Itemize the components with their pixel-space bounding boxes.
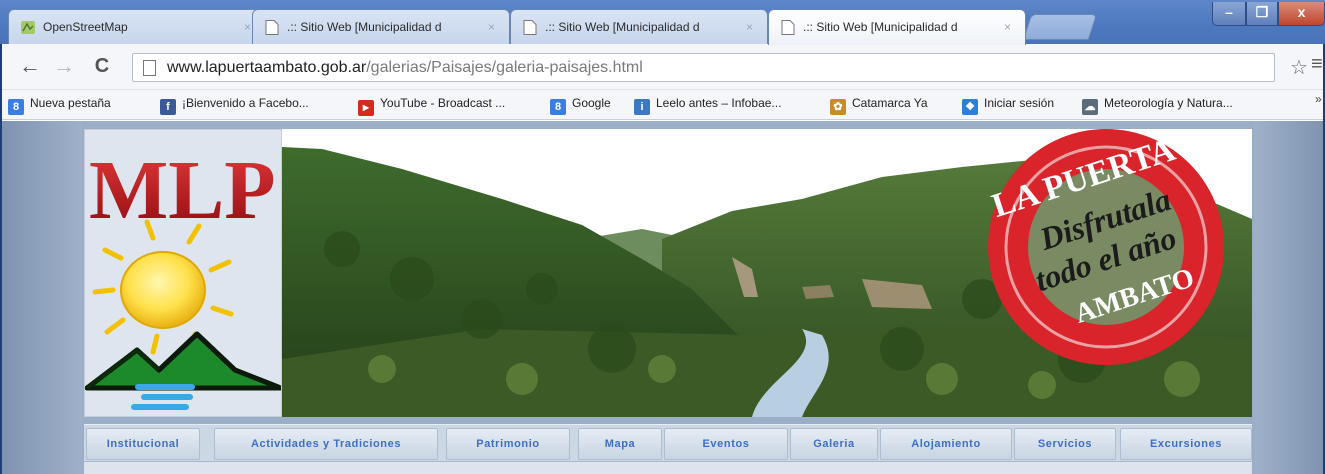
tab-close-icon[interactable]: × <box>1004 20 1011 34</box>
bookmark-google[interactable]: 8 Google <box>550 96 611 115</box>
page-viewport: MLP LA PUERTA Disfrutala todo el año AMB… <box>2 121 1323 474</box>
tab-close-icon[interactable]: × <box>746 20 753 34</box>
tab-openstreetmap[interactable]: OpenStreetMap × <box>8 9 266 46</box>
address-bar[interactable]: www.lapuertaambato.gob.ar/galerias/Paisa… <box>132 53 1275 82</box>
bookmarks-overflow-button[interactable]: » <box>1315 92 1322 106</box>
page-background-left <box>2 121 82 474</box>
la-puerta-stamp: LA PUERTA Disfrutala todo el año AMBATO <box>988 129 1224 365</box>
reload-button[interactable]: C <box>88 53 116 81</box>
site-header: MLP LA PUERTA Disfrutala todo el año AMB… <box>82 121 1255 474</box>
bookmark-iniciar-sesion[interactable]: ❖ Iniciar sesión <box>962 96 1054 115</box>
nav-item-excursiones[interactable]: Excursiones <box>1120 428 1252 460</box>
tab-strip: OpenStreetMap × .:: Sitio Web [Municipal… <box>0 0 1325 46</box>
tab-close-icon[interactable]: × <box>488 20 495 34</box>
nav-item-patrimonio[interactable]: Patrimonio <box>446 428 570 460</box>
bookmark-nueva-pestana[interactable]: 8 Nueva pestaña <box>8 96 111 115</box>
google-icon: 8 <box>550 99 566 115</box>
page-icon <box>143 60 156 76</box>
bookmark-label: Meteorología y Natura... <box>1104 96 1233 110</box>
infobae-icon: i <box>634 99 650 115</box>
bookmark-catamarca-ya[interactable]: ✿ Catamarca Ya <box>830 96 928 115</box>
tab-title: .:: Sitio Web [Municipalidad d <box>545 20 700 34</box>
minimize-button[interactable]: – <box>1212 2 1246 26</box>
logo-text: MLP <box>89 144 276 237</box>
url-host: www.lapuertaambato.gob.ar <box>167 59 367 76</box>
mlp-logo-graphic: MLP <box>85 144 281 410</box>
bookmark-label: ¡Bienvenido a Facebo... <box>182 96 309 110</box>
tab-title: .:: Sitio Web [Municipalidad d <box>287 20 442 34</box>
bookmark-youtube[interactable]: ▶ YouTube - Broadcast ... <box>358 96 505 116</box>
forward-button[interactable]: → <box>50 53 78 81</box>
url-text[interactable]: www.lapuertaambato.gob.ar/galerias/Paisa… <box>167 59 643 77</box>
menu-icon[interactable]: ≡ <box>1311 53 1323 76</box>
page-background-right <box>1255 121 1323 474</box>
tab-close-icon[interactable]: × <box>244 20 251 34</box>
google-icon: 8 <box>8 99 24 115</box>
browser-toolbar: ← → C www.lapuertaambato.gob.ar/galerias… <box>2 44 1323 90</box>
back-button[interactable]: ← <box>16 53 44 81</box>
bookmark-label: Iniciar sesión <box>984 96 1055 110</box>
catamarca-icon: ✿ <box>830 99 846 115</box>
tab-municipalidad-2[interactable]: .:: Sitio Web [Municipalidad d × <box>510 9 768 46</box>
bookmark-label: YouTube - Broadcast ... <box>380 96 506 110</box>
site-logo[interactable]: MLP <box>84 129 282 417</box>
maximize-button[interactable]: ❐ <box>1246 2 1278 26</box>
nav-item-galeria[interactable]: Galeria <box>790 428 878 460</box>
bookmark-label: Leelo antes – Infobae... <box>656 96 782 110</box>
youtube-icon: ▶ <box>358 100 374 116</box>
bookmark-label: Google <box>572 96 611 110</box>
landscape-image: LA PUERTA Disfrutala todo el año AMBATO <box>282 129 1252 417</box>
sun-icon <box>120 251 206 329</box>
mountains-icon <box>85 331 281 391</box>
tab-title: .:: Sitio Web [Municipalidad d <box>803 20 958 34</box>
tab-municipalidad-1[interactable]: .:: Sitio Web [Municipalidad d × <box>252 9 510 46</box>
water-icon <box>131 384 195 410</box>
site-navigation: Institucional Actividades y Tradiciones … <box>84 424 1252 462</box>
tab-title: OpenStreetMap <box>43 20 128 34</box>
banner-landscape-photo: LA PUERTA Disfrutala todo el año AMBATO <box>282 129 1252 417</box>
facebook-icon: f <box>160 99 176 115</box>
bookmark-label: Nueva pestaña <box>30 96 111 110</box>
page-icon <box>523 20 537 35</box>
page-icon <box>265 20 279 35</box>
nav-item-institucional[interactable]: Institucional <box>86 428 200 460</box>
openstreetmap-favicon <box>21 21 35 34</box>
tab-municipalidad-active[interactable]: .:: Sitio Web [Municipalidad d × <box>768 9 1026 45</box>
bookmarks-bar: 8 Nueva pestaña f ¡Bienvenido a Facebo... … <box>2 90 1323 120</box>
page-icon <box>781 20 795 35</box>
close-window-button[interactable]: x <box>1278 2 1325 26</box>
weather-icon: ☁ <box>1082 99 1098 115</box>
nav-item-mapa[interactable]: Mapa <box>578 428 662 460</box>
bookmark-label: Catamarca Ya <box>852 96 928 110</box>
nav-item-alojamiento[interactable]: Alojamiento <box>880 428 1012 460</box>
bookmark-infobae[interactable]: i Leelo antes – Infobae... <box>634 96 781 115</box>
nav-item-actividades-y-tradiciones[interactable]: Actividades y Tradiciones <box>214 428 438 460</box>
new-tab-button[interactable] <box>1022 14 1098 40</box>
content-area-top <box>84 462 1252 474</box>
bookmark-facebook[interactable]: f ¡Bienvenido a Facebo... <box>160 96 309 115</box>
nav-item-eventos[interactable]: Eventos <box>664 428 788 460</box>
bookmark-meteorologia[interactable]: ☁ Meteorología y Natura... <box>1082 96 1233 115</box>
bookmark-star-icon[interactable]: ☆ <box>1290 55 1308 80</box>
windows-live-icon: ❖ <box>962 99 978 115</box>
url-path: /galerias/Paisajes/galeria-paisajes.html <box>366 59 643 76</box>
nav-item-servicios[interactable]: Servicios <box>1014 428 1116 460</box>
